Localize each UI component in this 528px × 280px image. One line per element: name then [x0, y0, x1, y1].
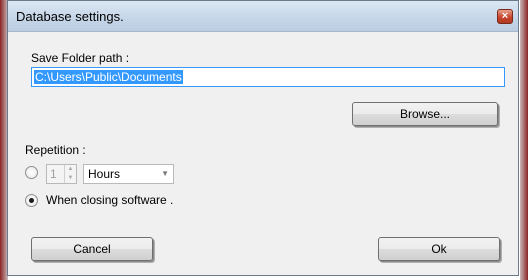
ok-button[interactable]: Ok — [378, 237, 500, 261]
close-icon: × — [501, 10, 509, 22]
stepper-up-icon[interactable]: ▲ — [65, 165, 76, 174]
interval-stepper[interactable]: 1 ▲ ▼ — [46, 164, 77, 184]
interval-unit-select[interactable]: Hours ▼ — [83, 164, 174, 184]
title-bar[interactable]: Database settings. × — [8, 1, 518, 32]
browse-button[interactable]: Browse... — [352, 102, 498, 126]
interval-value: 1 — [50, 167, 57, 181]
close-button[interactable]: × — [497, 9, 513, 24]
repeat-interval-radio[interactable] — [25, 166, 38, 179]
cancel-button[interactable]: Cancel — [31, 237, 153, 261]
dialog-title: Database settings. — [16, 9, 124, 24]
when-closing-radio[interactable] — [25, 194, 38, 207]
when-closing-label: When closing software . — [46, 193, 174, 207]
repetition-label: Repetition : — [25, 143, 86, 157]
stepper-buttons: ▲ ▼ — [64, 165, 76, 183]
save-folder-label: Save Folder path : — [31, 51, 130, 65]
save-folder-path-input[interactable]: C:\Users\Public\Documents — [31, 67, 505, 87]
radio-selected-dot — [29, 198, 34, 203]
background-window-edge-right — [520, 0, 528, 280]
stepper-down-icon[interactable]: ▼ — [65, 174, 76, 183]
save-folder-path-value: C:\Users\Public\Documents — [34, 70, 183, 84]
chevron-down-icon: ▼ — [161, 169, 169, 178]
interval-unit-value: Hours — [88, 167, 121, 181]
database-settings-dialog: Database settings. × Save Folder path : … — [7, 0, 519, 276]
